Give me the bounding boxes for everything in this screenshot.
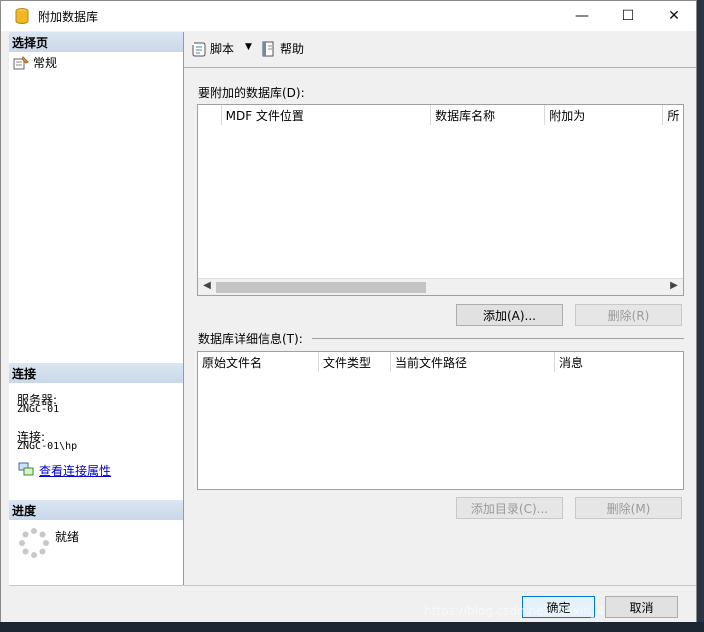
left-pane: 选择页 常规 连接 服务器: ZNGC-01 连接: ZNGC-01\hp 查看… <box>9 32 184 585</box>
add-database-button[interactable]: 添加(A)... <box>456 304 563 326</box>
attach-databases-grid[interactable]: MDF 文件位置 数据库名称 附加为 所 ◀ ▶ <box>197 104 684 296</box>
cancel-button[interactable]: 取消 <box>605 596 678 618</box>
remove-database-button[interactable]: 删除(R) <box>575 304 682 326</box>
attach-grid-col-mdf[interactable]: MDF 文件位置 <box>222 105 432 125</box>
attach-grid-scrollbar[interactable]: ◀ ▶ <box>198 278 683 295</box>
right-pane: 脚本 ▼ 帮助 要附加的数据库(D): MDF 文件位置 数据库名称 附加为 所… <box>184 32 696 585</box>
details-divider <box>312 338 684 339</box>
connection-header: 连接 <box>9 363 183 383</box>
attach-databases-label: 要附加的数据库(D): <box>198 86 305 100</box>
taskbar <box>0 622 704 632</box>
server-value: ZNGC-01 <box>17 404 60 415</box>
select-page-header: 选择页 <box>9 32 183 52</box>
attach-grid-col-owner[interactable]: 所 <box>663 105 683 125</box>
scroll-left-icon[interactable]: ◀ <box>199 280 215 295</box>
attach-grid-col-0 <box>198 105 222 125</box>
minimize-icon: — <box>575 8 589 24</box>
details-grid-col-currentpath[interactable]: 当前文件路径 <box>391 352 555 372</box>
add-catalog-button[interactable]: 添加目录(C)... <box>456 497 563 519</box>
window-title: 附加数据库 <box>38 10 99 24</box>
title-bar: 附加数据库 — ☐ ✕ <box>1 1 696 31</box>
details-grid-col-message[interactable]: 消息 <box>555 352 683 372</box>
close-button[interactable]: ✕ <box>651 1 697 31</box>
view-connection-properties-link[interactable]: 查看连接属性 <box>39 462 111 479</box>
scroll-right-icon[interactable]: ▶ <box>666 280 682 295</box>
help-button[interactable]: 帮助 <box>261 40 304 57</box>
connection-value: ZNGC-01\hp <box>17 441 78 452</box>
remove-detail-button[interactable]: 删除(M) <box>575 497 682 519</box>
progress-header: 进度 <box>9 500 183 520</box>
attach-grid-header: MDF 文件位置 数据库名称 附加为 所 <box>198 105 683 125</box>
details-grid-col-original[interactable]: 原始文件名 <box>198 352 319 372</box>
toolbar: 脚本 ▼ 帮助 <box>184 32 696 68</box>
close-icon: ✕ <box>668 8 680 24</box>
minimize-button[interactable]: — <box>559 1 605 31</box>
help-icon <box>262 41 274 56</box>
database-icon <box>15 8 29 24</box>
nav-item-general[interactable]: 常规 <box>13 54 57 71</box>
maximize-button[interactable]: ☐ <box>605 1 651 31</box>
help-button-label: 帮助 <box>280 42 305 56</box>
details-grid-header: 原始文件名 文件类型 当前文件路径 消息 <box>198 352 683 372</box>
script-button-label: 脚本 <box>210 42 235 56</box>
script-icon <box>192 42 206 56</box>
scroll-thumb[interactable] <box>216 282 426 293</box>
maximize-icon: ☐ <box>621 8 635 24</box>
database-details-grid[interactable]: 原始文件名 文件类型 当前文件路径 消息 <box>197 351 684 490</box>
page-wrench-icon <box>13 55 29 69</box>
database-details-label: 数据库详细信息(T): <box>198 332 303 346</box>
connection-properties-icon <box>18 462 34 476</box>
attach-database-window: 附加数据库 — ☐ ✕ 选择页 常规 连接 服务器: ZNGC-01 连接: Z… <box>0 0 697 632</box>
attach-grid-col-dbname[interactable]: 数据库名称 <box>431 105 546 125</box>
script-dropdown-button[interactable]: ▼ <box>245 42 252 52</box>
script-button[interactable]: 脚本 <box>191 40 234 57</box>
details-grid-col-filetype[interactable]: 文件类型 <box>319 352 391 372</box>
progress-spinner-icon <box>19 528 49 558</box>
attach-grid-col-attachas[interactable]: 附加为 <box>545 105 664 125</box>
watermark: https://blog.csdn.net/weixin_4 <box>424 604 605 618</box>
chevron-down-icon: ▼ <box>245 42 252 52</box>
progress-status: 就绪 <box>55 530 80 544</box>
nav-item-general-label: 常规 <box>33 56 58 70</box>
